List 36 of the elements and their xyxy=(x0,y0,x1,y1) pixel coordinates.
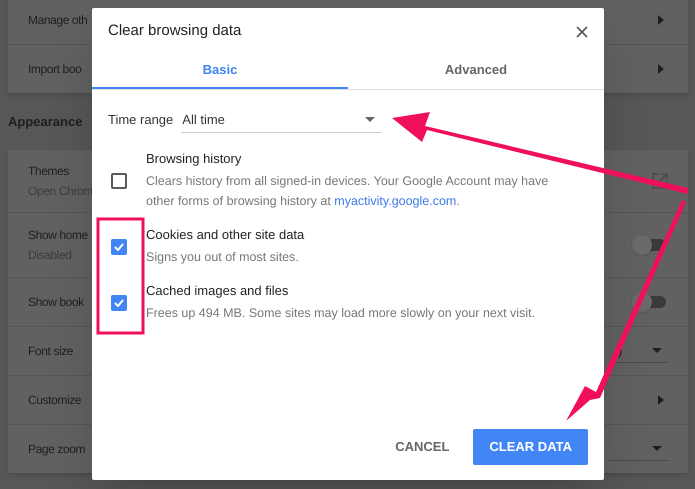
setting-label: Show book xyxy=(28,294,84,310)
setting-label: Themes xyxy=(28,163,70,179)
arrow-icon xyxy=(658,15,664,25)
caret-icon xyxy=(652,446,662,451)
close-icon[interactable] xyxy=(576,26,588,38)
cancel-button[interactable]: CANCEL xyxy=(387,429,458,465)
setting-label: Font size xyxy=(28,343,74,359)
option-description: Clears history from all signed-in devices. Your Google Account may have other forms of browsing history at myactivity.google.com. xyxy=(146,173,550,210)
option-description: Frees up 494 MB. Some sites may load more slowly on your next visit. xyxy=(146,305,536,322)
option-title: Cached images and files xyxy=(146,283,290,299)
check-icon xyxy=(114,299,124,307)
check-icon xyxy=(114,243,124,251)
arrow-icon xyxy=(658,395,664,405)
tab[interactable]: Basic xyxy=(92,52,348,89)
tab[interactable]: Advanced xyxy=(348,52,604,89)
caret-icon xyxy=(365,117,376,122)
setting-label: Customize xyxy=(28,392,82,408)
checkbox[interactable] xyxy=(111,239,127,255)
option-description: Signs you out of most sites. xyxy=(146,249,300,266)
setting-label: Show home xyxy=(28,227,88,243)
checkbox[interactable] xyxy=(111,295,127,311)
clear-data-button[interactable]: CLEAR DATA xyxy=(473,429,588,465)
setting-label: Import boo xyxy=(28,61,82,77)
setting-label: Page zoom xyxy=(28,441,86,457)
option-title: Browsing history xyxy=(146,151,242,167)
field-label: Time range xyxy=(108,111,174,130)
activity-link[interactable]: myactivity.google.com xyxy=(334,194,456,208)
option-title: Cookies and other site data xyxy=(146,227,306,243)
dialog-title: Clear browsing data xyxy=(108,21,242,42)
external-link-icon[interactable] xyxy=(652,173,668,189)
time-range-dropdown[interactable]: All time xyxy=(181,107,382,133)
setting-label: Manage oth xyxy=(28,12,88,28)
checkbox[interactable] xyxy=(111,173,127,189)
arrow-icon xyxy=(658,64,664,74)
caret-icon xyxy=(652,348,662,353)
section-title: Appearance xyxy=(8,112,82,131)
